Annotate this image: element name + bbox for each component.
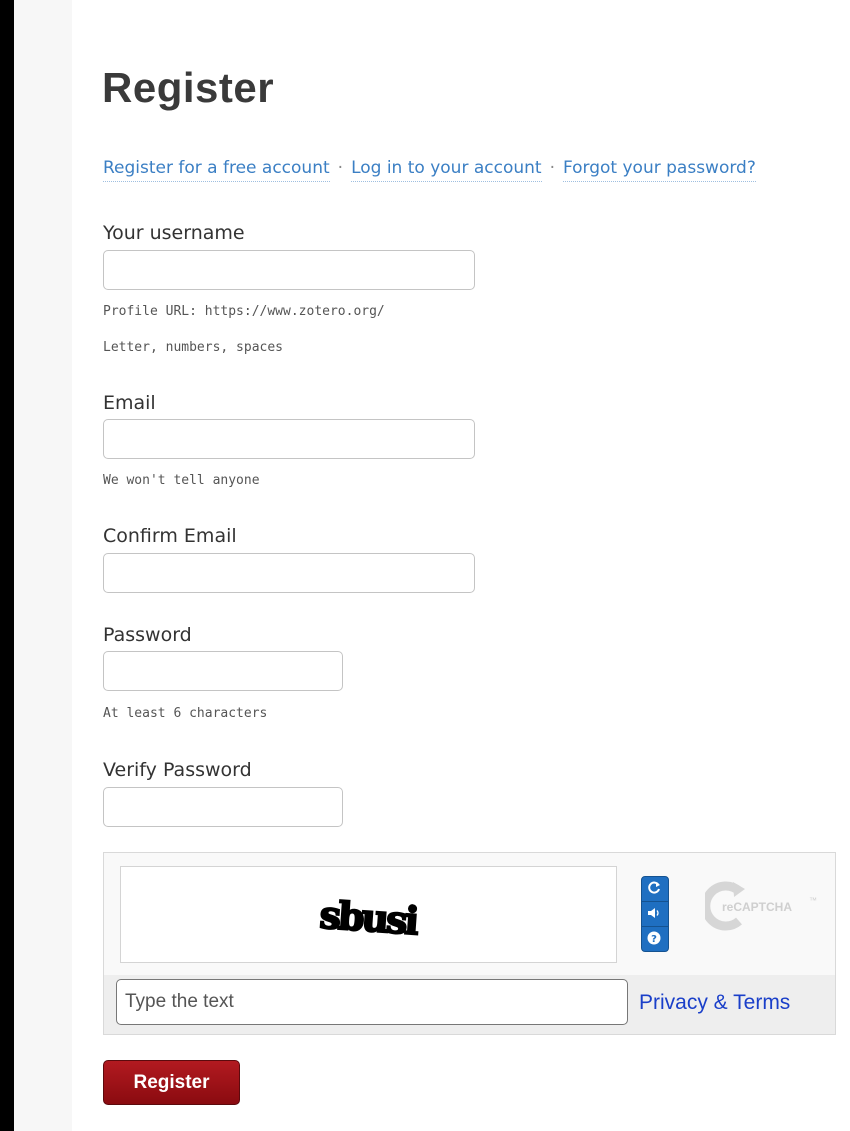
svg-text:?: ? bbox=[651, 934, 657, 945]
page-title: Register bbox=[102, 64, 275, 111]
audio-icon bbox=[648, 908, 659, 918]
refresh-icon bbox=[648, 881, 660, 894]
privacy-terms-link[interactable]: Privacy & Terms bbox=[639, 991, 790, 1015]
email-label: Email bbox=[103, 392, 156, 414]
confirm-email-input[interactable] bbox=[103, 553, 475, 593]
confirm-email-label: Confirm Email bbox=[103, 525, 237, 547]
username-label: Your username bbox=[103, 222, 245, 244]
captcha-audio-button[interactable] bbox=[641, 901, 669, 927]
password-label: Password bbox=[103, 624, 192, 646]
username-input[interactable] bbox=[103, 250, 475, 290]
captcha-response-input[interactable] bbox=[116, 979, 628, 1025]
verify-password-label: Verify Password bbox=[103, 759, 252, 781]
email-input[interactable] bbox=[103, 419, 475, 459]
recaptcha-widget: sbusi ? reCAPTCHA ™ Type the text Privac… bbox=[103, 852, 836, 1035]
recaptcha-logo: reCAPTCHA ™ bbox=[701, 875, 835, 935]
page-left-margin bbox=[14, 0, 72, 1131]
captcha-response-bar: Privacy & Terms bbox=[104, 975, 835, 1034]
username-chars-hint: Letter, numbers, spaces bbox=[103, 340, 284, 355]
captcha-help-button[interactable]: ? bbox=[641, 926, 669, 952]
nav-separator: · bbox=[549, 158, 555, 178]
nav-link-register[interactable]: Register for a free account bbox=[103, 158, 330, 182]
verify-password-input[interactable] bbox=[103, 787, 343, 827]
profile-url-hint: Profile URL: https://www.zotero.org/ bbox=[103, 304, 385, 319]
account-nav: Register for a free account · Log in to yo… bbox=[103, 158, 756, 182]
captcha-image-graphic: sbusi bbox=[317, 891, 421, 945]
svg-text:™: ™ bbox=[809, 896, 817, 905]
captcha-image: sbusi bbox=[120, 866, 617, 963]
help-icon: ? bbox=[647, 931, 661, 945]
nav-separator: · bbox=[337, 158, 344, 178]
captcha-refresh-button[interactable] bbox=[641, 876, 669, 902]
nav-link-login[interactable]: Log in to your account bbox=[351, 158, 542, 182]
password-input[interactable] bbox=[103, 651, 343, 691]
password-hint: At least 6 characters bbox=[103, 706, 268, 721]
register-button[interactable]: Register bbox=[103, 1060, 240, 1105]
page: Register Register for a free account · Log… bbox=[14, 0, 850, 1131]
svg-text:reCAPTCHA: reCAPTCHA bbox=[722, 900, 792, 914]
captcha-challenge-text: sbusi bbox=[318, 892, 420, 944]
recaptcha-logo-graphic: reCAPTCHA ™ bbox=[701, 881, 817, 931]
nav-link-forgot-password[interactable]: Forgot your password? bbox=[562, 158, 756, 182]
email-hint: We won't tell anyone bbox=[103, 473, 260, 488]
